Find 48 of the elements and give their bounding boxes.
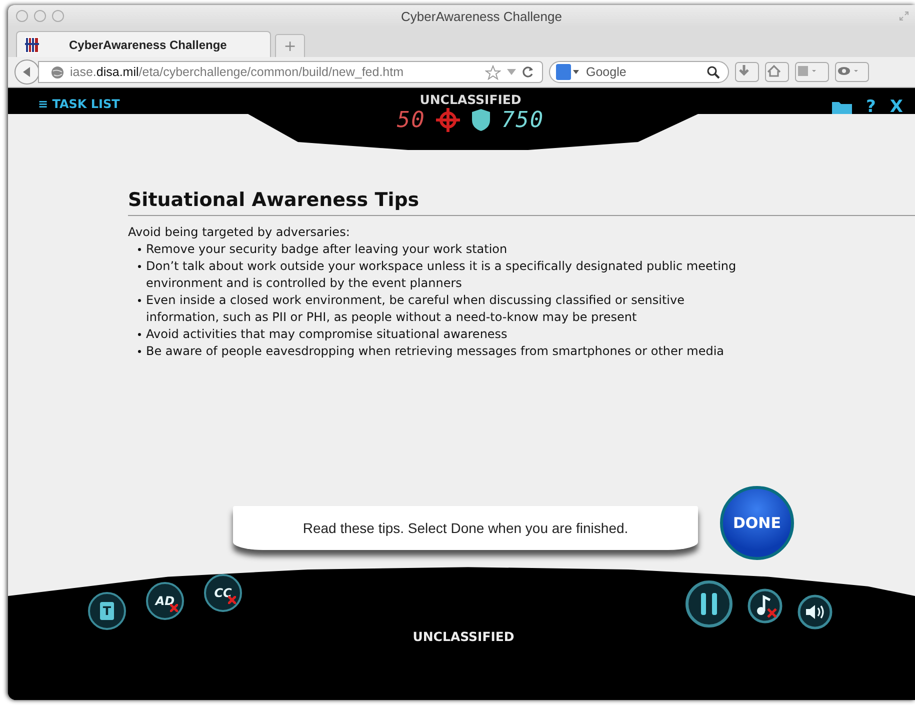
page-heading: Situational Awareness Tips [128,189,915,216]
tip-text: Be aware of people eavesdropping when retrieving messages from smartphones or other media [146,343,724,360]
help-button[interactable]: ? [866,97,876,117]
home-button[interactable] [765,62,789,82]
shield-icon [471,108,492,132]
volume-button[interactable] [797,594,833,630]
search-engine-icon[interactable] [556,64,580,80]
download-button[interactable] [735,62,759,82]
search-field[interactable]: Google [584,64,703,80]
search-icon[interactable] [707,66,720,78]
tip-text: Even inside a closed work environment, be careful when discussing classified or sensitive information, such as PII or PHI, as people without a need-to-know may be present [146,292,686,326]
bullet-icon [138,333,141,336]
dropdown-icon[interactable] [507,69,516,75]
task-list-button[interactable]: ≡ TASK LIST [38,97,120,111]
addon-button[interactable] [835,62,869,82]
crosshair-icon [435,107,462,133]
close-button[interactable]: X [890,97,903,117]
tip-text: Avoid activities that may compromise situational awareness [146,326,508,343]
globe-icon [51,66,64,78]
classification-label: UNCLASSIFIED [412,628,514,646]
bullet-icon [138,299,141,302]
classification-label: UNCLASSIFIED [420,91,522,107]
site-logo-icon [25,36,39,52]
star-icon[interactable] [485,64,501,80]
instruction-text: Read these tips. Select Done when you are finished. [302,520,628,536]
tip-text: Remove your security badge after leaving your work station [146,241,508,258]
pause-button[interactable] [685,580,733,628]
bullet-icon [138,350,141,353]
search-box[interactable]: Google [549,61,729,83]
address-bar[interactable]: iase.disa.mil/eta/cyberchallenge/common/build/new_fed.htm [38,61,543,83]
back-button[interactable] [14,59,40,85]
done-button[interactable]: DONE [720,486,794,560]
bookmarks-button[interactable] [795,62,829,82]
browser-tab[interactable]: CyberAwareness Challenge [16,31,271,57]
audio-description-button[interactable]: AD [146,582,184,620]
reload-icon[interactable] [522,66,534,78]
tab-label: CyberAwareness Challenge [69,38,227,52]
threat-score: 50 [396,108,426,132]
window-title: CyberAwareness Challenge [400,8,563,24]
bullet-icon [138,265,141,268]
defense-score: 750 [501,108,544,132]
music-button[interactable] [747,588,783,624]
captions-button[interactable]: CC [204,574,242,612]
tip-text: Don’t talk about work outside your workspace unless it is a specifically designated public meeting environment and is controlled by the event planners [146,258,738,292]
intro-text: Avoid being targeted by adversaries: [128,225,351,239]
transcript-button[interactable]: T [88,592,126,630]
bullet-icon [138,248,141,251]
url-text: iase.disa.mil/eta/cyberchallenge/common/build/new_fed.htm [70,65,404,79]
